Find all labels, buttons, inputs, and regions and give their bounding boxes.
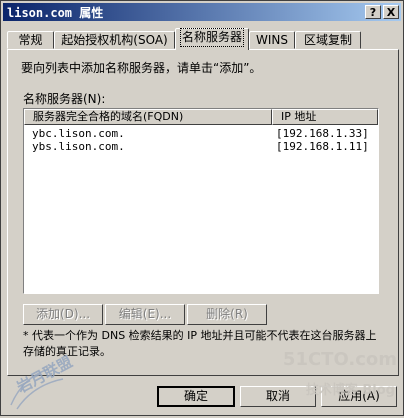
list-item-fqdn: ybc.lison.com. <box>32 127 125 140</box>
tab-strip: 常规 起始授权机构(SOA) 名称服务器 WINS 区域复制 <box>7 28 399 50</box>
close-button[interactable]: X <box>383 5 399 19</box>
column-header-fqdn[interactable]: 服务器完全合格的域名(FQDN) <box>24 109 272 125</box>
help-button[interactable]: ? <box>365 5 381 19</box>
ok-button[interactable]: 确定 <box>157 386 235 407</box>
apply-button[interactable]: 应用(A) <box>321 386 397 407</box>
title-bar[interactable]: lison.com 属性 ? X <box>3 3 401 21</box>
tab-soa[interactable]: 起始授权机构(SOA) <box>54 31 175 49</box>
cancel-button[interactable]: 取消 <box>240 386 316 407</box>
list-item[interactable]: ybc.lison.com. [192.168.1.33] <box>24 127 378 140</box>
tab-name-servers[interactable]: 名称服务器 <box>175 28 249 50</box>
add-button[interactable]: 添加(D)... <box>23 304 103 325</box>
note-text: * 代表一个作为 DNS 检索结果的 IP 地址并且可能不代表在这台服务器上存储… <box>23 329 377 358</box>
list-item-fqdn: ybs.lison.com. <box>32 140 125 153</box>
properties-dialog: lison.com 属性 ? X 常规 起始授权机构(SOA) 名称服务器 WI… <box>0 0 404 416</box>
delete-button[interactable]: 删除(R) <box>187 304 267 325</box>
list-item-ip: [192.168.1.11] <box>276 140 369 153</box>
list-item[interactable]: ybs.lison.com. [192.168.1.11] <box>24 140 378 153</box>
edit-button[interactable]: 编辑(E)... <box>105 304 185 325</box>
instruction-text: 要向列表中添加名称服务器，请单击“添加”。 <box>21 61 262 75</box>
name-servers-label: 名称服务器(N): <box>23 92 106 106</box>
tab-wins[interactable]: WINS <box>249 31 295 49</box>
list-item-ip: [192.168.1.33] <box>276 127 369 140</box>
tab-general[interactable]: 常规 <box>7 31 54 49</box>
window-title: lison.com 属性 <box>7 6 104 20</box>
column-header-ip[interactable]: IP 地址 <box>272 109 378 125</box>
tab-zone-transfers[interactable]: 区域复制 <box>295 31 361 49</box>
name-servers-list[interactable]: 服务器完全合格的域名(FQDN) IP 地址 ybc.lison.com. [1… <box>23 108 379 294</box>
